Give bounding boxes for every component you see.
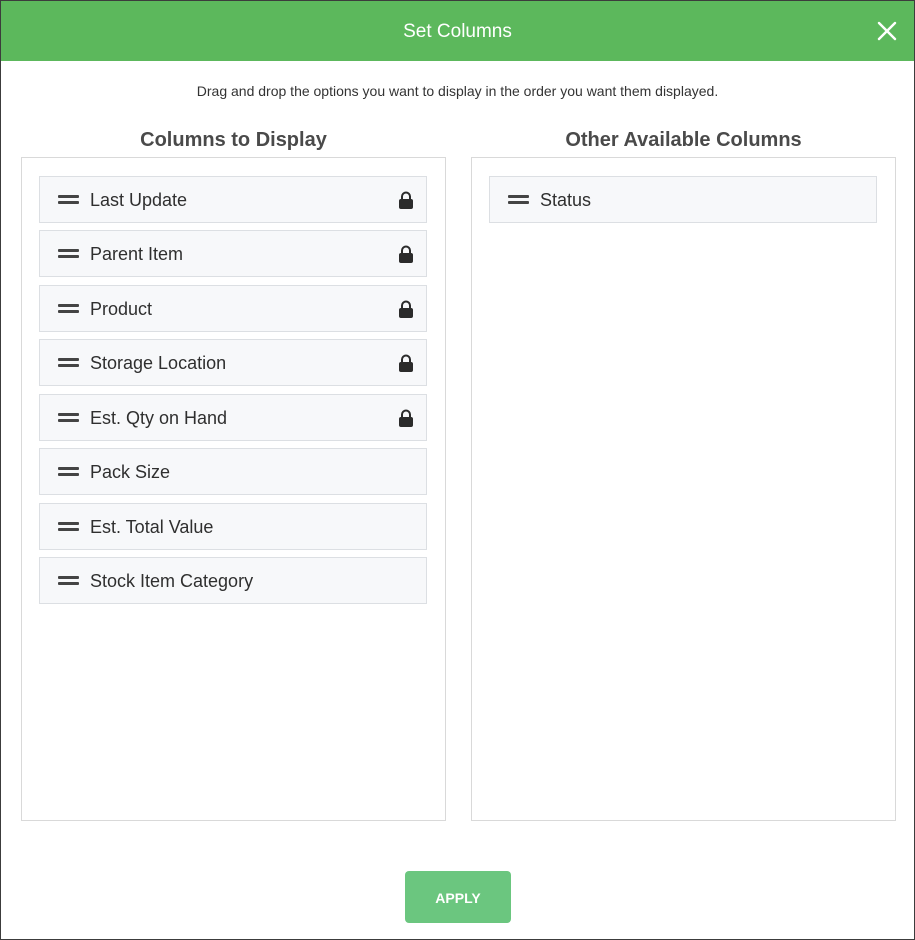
column-item-label: Est. Qty on Hand [90,408,228,428]
column-item[interactable]: Product [39,285,427,332]
column-item-label: Product [90,299,153,319]
dialog-title: Set Columns [403,21,512,42]
lock-icon [398,300,414,318]
drag-handle-icon[interactable] [58,195,79,204]
column-item[interactable]: Storage Location [39,339,427,386]
lock-icon [398,354,414,372]
column-item[interactable]: Pack Size [39,448,427,495]
drag-handle-icon[interactable] [58,249,79,258]
column-item-label: Last Update [90,190,188,210]
drag-handle-icon[interactable] [508,195,529,204]
column-item-label: Pack Size [90,462,171,482]
columns-to-display-title: Columns to Display [140,129,327,151]
instructions-text: Drag and drop the options you want to di… [196,83,719,99]
apply-button[interactable]: APPLY [405,871,511,923]
lock-icon [398,409,414,427]
close-icon[interactable] [876,20,898,42]
drag-handle-icon[interactable] [58,467,79,476]
column-item-label: Storage Location [90,353,227,373]
drag-handle-icon[interactable] [58,576,79,585]
column-item[interactable]: Est. Total Value [39,503,427,550]
column-item[interactable]: Status [489,176,877,223]
drag-handle-icon[interactable] [58,413,79,422]
lock-icon [398,191,414,209]
lock-icon [398,245,414,263]
drag-handle-icon[interactable] [58,358,79,367]
other-columns-title: Other Available Columns [565,129,802,151]
columns-to-display-panel[interactable]: Last Update Parent Item Product Storage Loc… [21,157,446,821]
drag-handle-icon[interactable] [58,522,79,531]
column-item[interactable]: Stock Item Category [39,557,427,604]
column-item-label: Parent Item [90,244,184,264]
column-item[interactable]: Est. Qty on Hand [39,394,427,441]
set-columns-dialog: Set Columns Drag and drop the options yo… [0,0,915,940]
drag-handle-icon[interactable] [58,304,79,313]
column-item-label: Est. Total Value [90,517,214,537]
column-item-label: Stock Item Category [90,571,254,591]
dialog-header: Set Columns [1,1,914,61]
other-columns-panel[interactable]: Status [471,157,896,821]
column-item-label: Status [540,190,592,210]
column-item[interactable]: Parent Item [39,230,427,277]
column-item[interactable]: Last Update [39,176,427,223]
